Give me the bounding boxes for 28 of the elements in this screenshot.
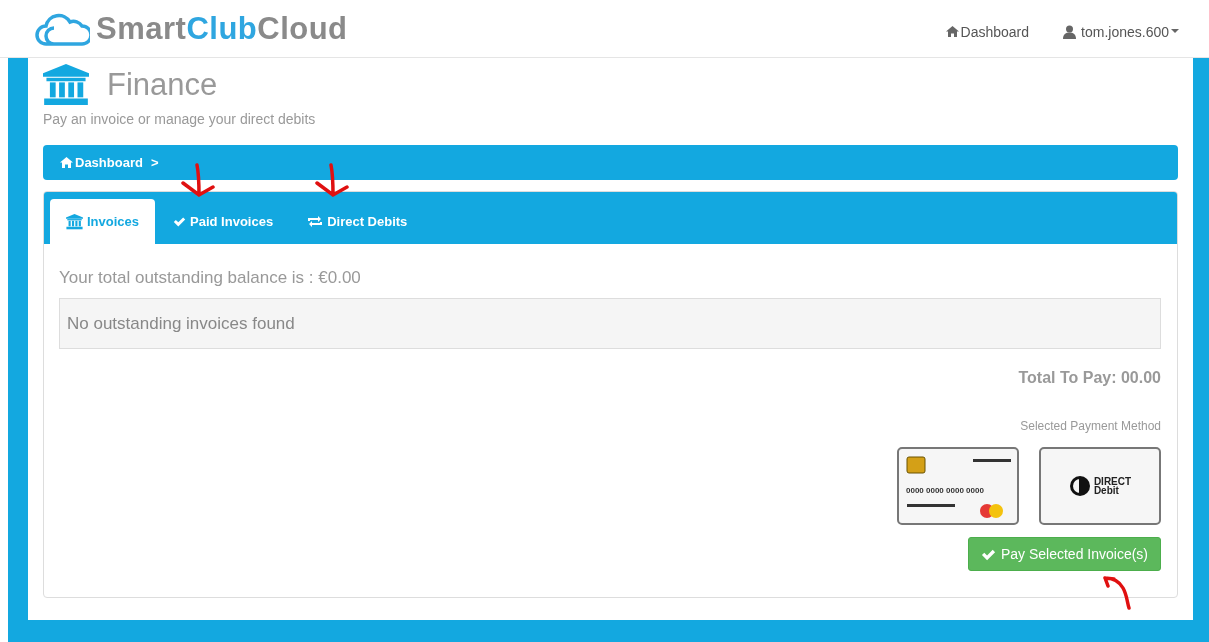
tab[interactable]: Invoices <box>50 199 156 245</box>
empty-message: No outstanding invoices found <box>59 298 1161 350</box>
page-title: Finance <box>107 66 218 103</box>
balance-text: Your total outstanding balance is : €0.00 <box>59 268 362 289</box>
breadcrumb-separator: > <box>150 155 159 171</box>
payment-method-label: Selected Payment Method <box>1020 419 1161 434</box>
page-subtitle: Pay an invoice or manage your direct debits <box>43 111 317 128</box>
total-to-pay: Total To Pay: 00.00 <box>1018 369 1161 388</box>
check-icon <box>173 215 187 229</box>
tab[interactable]: Direct Debits <box>291 199 424 245</box>
caret-icon <box>1171 29 1179 34</box>
card-number: 0000 0000 0000 0000 <box>906 486 984 496</box>
home-icon <box>945 26 959 37</box>
bank-icon <box>43 64 89 106</box>
direct-debit-option[interactable]: DIRECT Debit <box>1039 447 1161 526</box>
logo-line: Debit <box>1093 486 1119 496</box>
repeat-icon <box>307 216 324 228</box>
user-menu[interactable]: tom.jones.600 <box>1063 23 1179 40</box>
direct-debit-logo-icon <box>1068 475 1091 498</box>
card-payment-option[interactable]: 0000 0000 0000 0000 <box>897 447 1019 526</box>
bank-icon <box>66 214 83 230</box>
tab[interactable]: Paid Invoices <box>157 199 290 245</box>
dashboard-link[interactable]: Dashboard <box>945 23 1030 40</box>
user-icon <box>1063 24 1077 39</box>
brand-name: SmartClubCloud <box>96 10 348 47</box>
home-icon <box>60 157 73 169</box>
breadcrumb-link[interactable]: Dashboard <box>60 155 143 171</box>
logo-line: DIRECT <box>1093 477 1132 487</box>
